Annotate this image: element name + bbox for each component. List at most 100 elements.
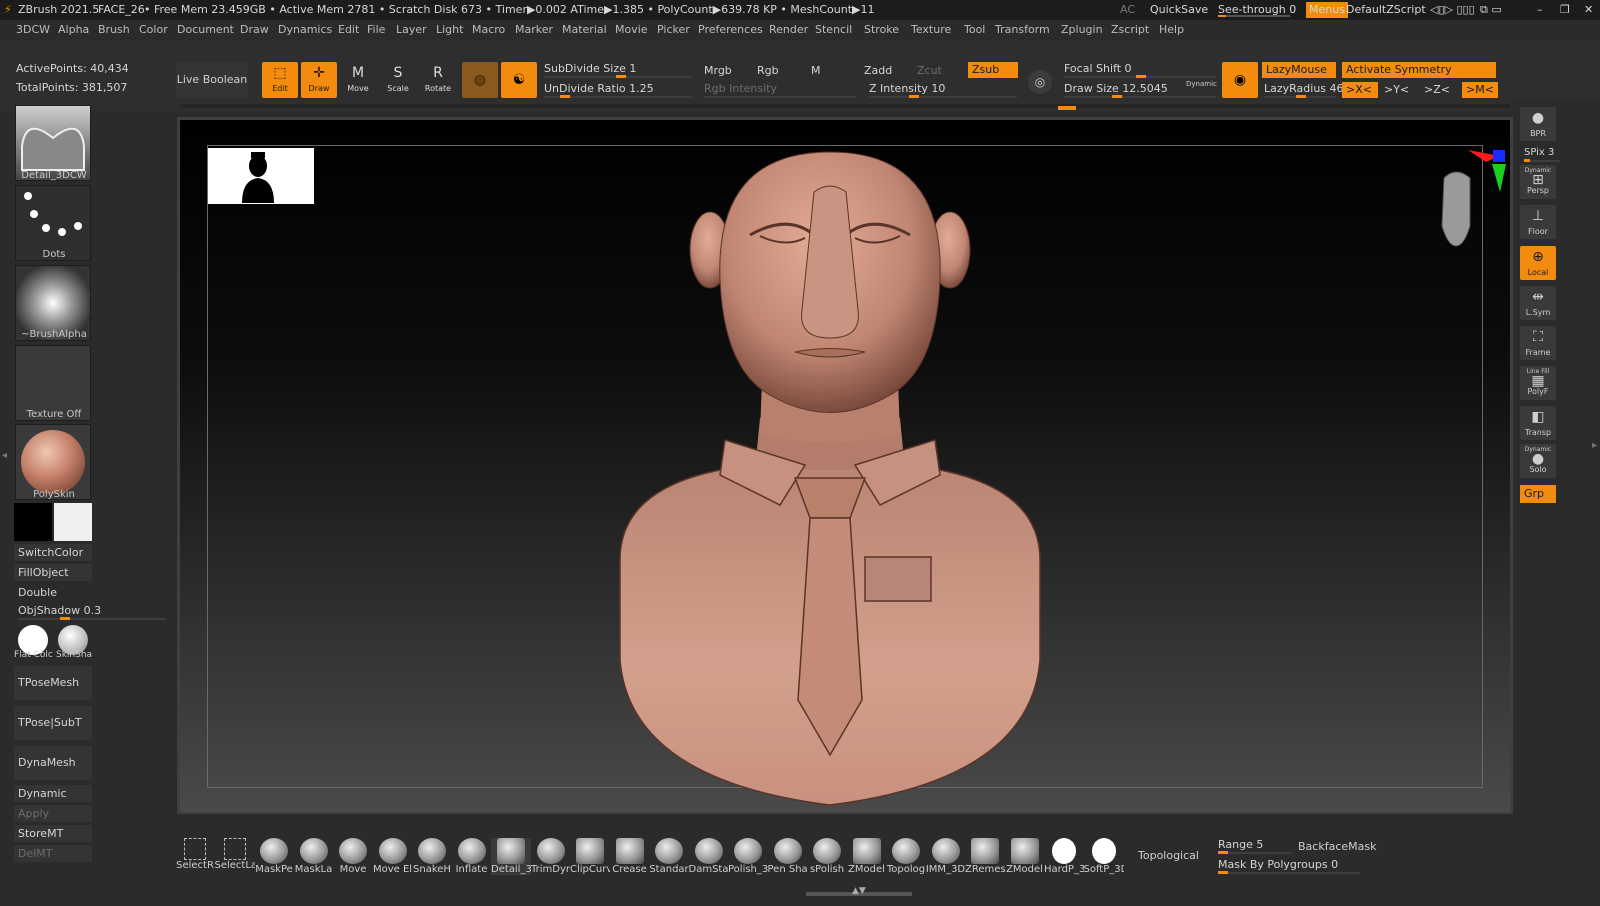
brush-item[interactable]: MaskLa — [294, 838, 334, 875]
lazyradius-slider[interactable]: LazyRadius 46 — [1264, 80, 1344, 98]
undivide-ratio-slider[interactable]: UnDivide Ratio 1.25 — [544, 80, 692, 98]
menu-stroke[interactable]: Stroke — [864, 20, 899, 40]
brush-item[interactable]: sPolish — [807, 838, 847, 875]
menu-brush[interactable]: Brush — [98, 20, 130, 40]
symmetry-z-button[interactable]: >Z< — [1424, 81, 1450, 99]
shelf-scrollbar[interactable] — [180, 104, 1510, 108]
brush-item[interactable]: Standar — [649, 838, 689, 875]
navigation-cube-head[interactable] — [1430, 148, 1510, 252]
brush-item[interactable]: ClipCurv — [570, 838, 610, 875]
brush-item[interactable]: Move El — [373, 838, 413, 875]
subdivide-size-slider[interactable]: SubDivide Size 1 — [544, 60, 692, 78]
lazymouse-button[interactable]: LazyMouse — [1262, 62, 1336, 78]
see-through-slider[interactable]: See-through 0 — [1218, 0, 1296, 20]
backfacemask-button[interactable]: BackfaceMask — [1298, 840, 1376, 853]
brush-item[interactable]: Pen Sha — [768, 838, 808, 875]
frame-button[interactable]: ⛶ Frame — [1520, 326, 1556, 360]
brush-item[interactable]: SelectLa — [215, 838, 255, 871]
menu-preferences[interactable]: Preferences — [698, 20, 763, 40]
scale-button[interactable]: S Scale — [380, 62, 416, 98]
character-bust-model[interactable] — [600, 140, 1060, 810]
focal-shift-slider[interactable]: Focal Shift 0 — [1064, 60, 1216, 78]
menu-light[interactable]: Light — [436, 20, 463, 40]
menu-picker[interactable]: Picker — [657, 20, 690, 40]
bpr-button[interactable]: ● BPR — [1520, 107, 1556, 141]
menu-zplugin[interactable]: Zplugin — [1061, 20, 1103, 40]
tpose-subt-button[interactable]: TPose|SubT — [14, 706, 92, 740]
brush-item[interactable]: Inflate — [452, 838, 492, 875]
mrgb-button[interactable]: Mrgb — [704, 62, 732, 80]
menu-document[interactable]: Document — [177, 20, 234, 40]
lazymouse-icon-button[interactable]: ◉ — [1222, 62, 1258, 98]
tposemesh-button[interactable]: TPoseMesh — [14, 666, 92, 700]
brush-item[interactable]: SoftP_3D — [1084, 838, 1124, 875]
zcut-button[interactable]: Zcut — [917, 62, 942, 80]
brush-item[interactable]: Polish_3 — [728, 838, 768, 875]
symmetry-y-button[interactable]: >Y< — [1384, 81, 1409, 99]
shelf-scroll-thumb[interactable] — [1058, 106, 1076, 110]
tray-toggle-icon[interactable]: ▲▼ — [852, 886, 866, 896]
close-icon[interactable]: ✕ — [1584, 0, 1593, 20]
brush-item[interactable]: ZModel — [847, 838, 887, 875]
color-mode-button[interactable]: ☯ — [501, 62, 537, 98]
draw-button[interactable]: ✛ Draw — [301, 62, 337, 98]
zsub-button[interactable]: Zsub — [968, 62, 1018, 78]
brush-item[interactable]: ZRemes — [965, 838, 1005, 875]
menu-marker[interactable]: Marker — [515, 20, 553, 40]
brush-item[interactable]: SelectR — [175, 838, 215, 871]
right-collapse-arrow-icon[interactable]: ▸ — [1592, 440, 1597, 451]
menu-stencil[interactable]: Stencil — [815, 20, 852, 40]
menu-help[interactable]: Help — [1159, 20, 1184, 40]
transp-button[interactable]: ◧ Transp — [1520, 406, 1556, 440]
menu-alpha[interactable]: Alpha — [58, 20, 89, 40]
restore-icon[interactable]: ❐ — [1560, 0, 1570, 20]
polyf-button[interactable]: Line Fill ▦ PolyF — [1520, 366, 1556, 400]
brush-item[interactable]: MaskPe — [254, 838, 294, 875]
minimize-icon[interactable]: – — [1537, 0, 1543, 20]
symmetry-m-button[interactable]: >M< — [1462, 82, 1498, 98]
lsym-button[interactable]: ⇹ L.Sym — [1520, 286, 1556, 320]
menu-macro[interactable]: Macro — [472, 20, 505, 40]
brush-item[interactable]: DamSta — [689, 838, 729, 875]
objshadow-slider[interactable]: ObjShadow 0.3 — [18, 602, 166, 620]
apply-button[interactable]: Apply — [14, 805, 92, 822]
menu-zscript[interactable]: Zscript — [1111, 20, 1149, 40]
menu-draw[interactable]: Draw — [240, 20, 269, 40]
ac-button[interactable]: AC — [1120, 0, 1135, 20]
brush-item[interactable]: ZModel — [1005, 838, 1045, 875]
menu-color[interactable]: Color — [139, 20, 168, 40]
double-button[interactable]: Double — [14, 584, 92, 601]
material-mode-button[interactable]: ◍ — [462, 62, 498, 98]
switchcolor-button[interactable]: SwitchColor — [14, 544, 92, 561]
floor-button[interactable]: ⊥ Floor — [1520, 205, 1556, 239]
menu-3dcw[interactable]: 3DCW — [16, 20, 50, 40]
brush-item[interactable]: TrimDyr — [531, 838, 571, 875]
storemt-button[interactable]: StoreMT — [14, 825, 92, 842]
secondary-color-swatch[interactable] — [54, 503, 92, 541]
brush-item[interactable]: Detail_3 — [491, 838, 531, 875]
topological-button[interactable]: Topological — [1138, 849, 1199, 862]
live-boolean-button[interactable]: Live Boolean — [176, 62, 248, 98]
brush-item[interactable]: Move — [333, 838, 373, 875]
navigator-thumbnail[interactable] — [208, 148, 314, 204]
rgb-intensity-slider[interactable]: Rgb Intensity — [704, 80, 856, 98]
move-button[interactable]: M Move — [340, 62, 376, 98]
quicksave-button[interactable]: QuickSave — [1150, 0, 1208, 20]
primary-color-swatch[interactable] — [14, 503, 52, 541]
rotate-button[interactable]: R Rotate — [420, 62, 456, 98]
z-intensity-slider[interactable]: Z Intensity 10 — [869, 80, 1017, 98]
range-slider[interactable]: Range 5 — [1218, 836, 1292, 854]
edit-button[interactable]: ⬚ Edit — [262, 62, 298, 98]
menu-material[interactable]: Material — [562, 20, 607, 40]
dynamic-size-toggle[interactable]: Dynamic — [1186, 80, 1217, 88]
symmetry-x-button[interactable]: >X< — [1342, 82, 1378, 98]
left-collapse-arrow-icon[interactable]: ◂ — [2, 450, 7, 461]
local-button[interactable]: ⊕ Local — [1520, 246, 1556, 280]
brush-item[interactable]: SnakeH — [412, 838, 452, 875]
menus-button[interactable]: Menus — [1306, 2, 1348, 18]
menu-texture[interactable]: Texture — [911, 20, 951, 40]
menu-transform[interactable]: Transform — [995, 20, 1050, 40]
window-layout-icon[interactable]: ⧉ ▭ — [1480, 0, 1502, 20]
default-zscript-button[interactable]: DefaultZScript — [1346, 0, 1426, 20]
dynamesh-button[interactable]: DynaMesh — [14, 746, 92, 780]
